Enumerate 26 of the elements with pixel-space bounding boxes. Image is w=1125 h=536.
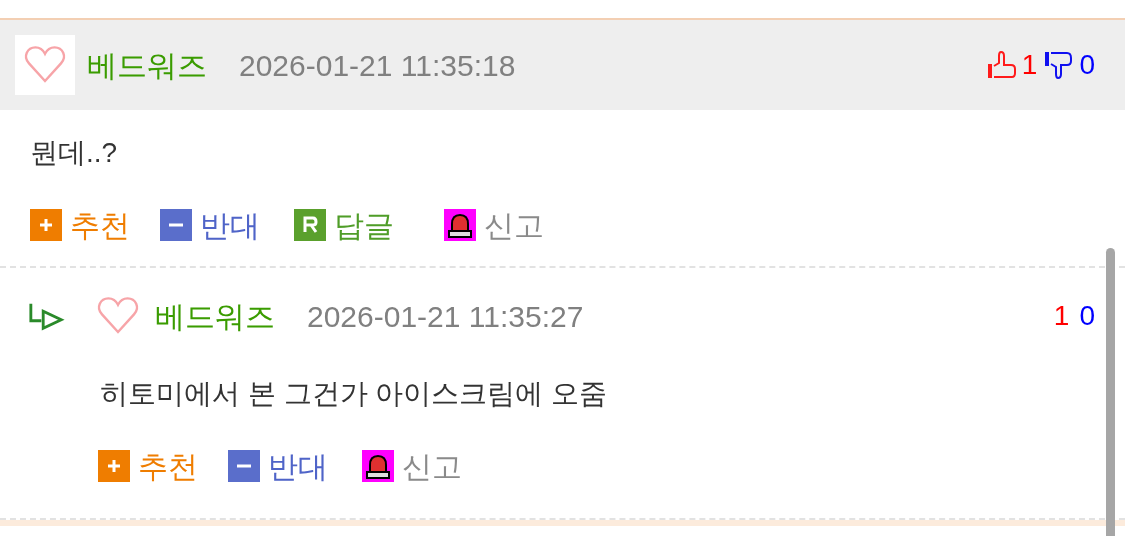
- recommend-link[interactable]: 추천: [98, 443, 198, 489]
- report-link[interactable]: 신고: [444, 202, 544, 248]
- minus-icon: [160, 209, 192, 241]
- plus-icon: [98, 450, 130, 482]
- plus-icon: [30, 209, 62, 241]
- comment-date: 2026-01-21 11:35:18: [239, 47, 516, 84]
- siren-icon: [362, 450, 394, 482]
- comment-date: 2026-01-21 11:35:27: [307, 298, 584, 335]
- report-link[interactable]: 신고: [362, 443, 462, 489]
- reply-letter-icon: [294, 209, 326, 241]
- oppose-link[interactable]: 반대: [228, 443, 328, 489]
- scrollbar[interactable]: [1106, 248, 1115, 536]
- upvote-count: 1: [1021, 48, 1038, 82]
- comment-text: 히토미에서 본 그건가 아이스크림에 오줌: [100, 377, 608, 411]
- downvote-count: 0: [1079, 48, 1095, 82]
- reply-link[interactable]: 답글: [294, 202, 394, 248]
- siren-icon: [444, 209, 476, 241]
- minus-icon: [228, 450, 260, 482]
- recommend-link[interactable]: 추천: [30, 202, 130, 248]
- comment-text: 뭔데..?: [30, 136, 118, 170]
- username[interactable]: 베드워즈: [87, 42, 207, 88]
- thumbs-up-icon[interactable]: [985, 49, 1018, 81]
- downvote-count: 0: [1079, 299, 1095, 333]
- oppose-link[interactable]: 반대: [160, 202, 260, 248]
- username[interactable]: 베드워즈: [155, 293, 275, 339]
- upvote-count: 1: [1053, 299, 1070, 333]
